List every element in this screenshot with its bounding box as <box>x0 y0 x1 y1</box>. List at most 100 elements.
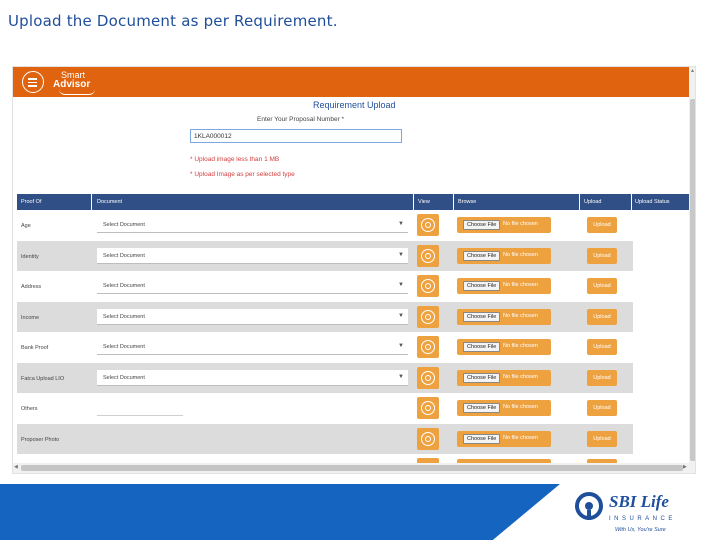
row-label: Proposer Photo <box>21 436 60 443</box>
col-view: View <box>418 199 430 205</box>
upload-button[interactable]: Upload <box>587 369 617 386</box>
file-picker: Choose File No file chosen <box>457 369 551 386</box>
horizontal-scroll-thumb[interactable] <box>21 465 683 471</box>
upload-button[interactable]: Upload <box>587 247 617 264</box>
view-eye-icon[interactable] <box>417 427 439 450</box>
table-row: Address Select Document ▼ Choose File No f… <box>17 271 633 302</box>
hamburger-menu-icon[interactable] <box>22 71 44 93</box>
dropdown-arrow-icon: ▼ <box>398 373 404 380</box>
col-proof-of: Proof Of <box>21 199 42 205</box>
table-header: Proof Of Document View Browse Upload Upl… <box>17 194 689 210</box>
page-title: Requirement Upload <box>313 100 396 110</box>
scroll-up-icon[interactable]: ▲ <box>690 68 695 74</box>
document-select[interactable]: Select Document ▼ <box>97 278 408 294</box>
scroll-right-icon[interactable]: ▶ <box>683 464 687 470</box>
file-picker: Choose File No file chosen <box>457 217 551 233</box>
no-file-text: No file chosen <box>503 343 538 349</box>
document-select[interactable]: Select Document ▼ <box>97 339 408 355</box>
col-upload-status: Upload Status <box>635 199 670 205</box>
upload-button[interactable]: Upload <box>587 217 617 233</box>
scroll-left-icon[interactable]: ◀ <box>14 464 18 470</box>
select-value: Select Document <box>103 283 145 289</box>
upload-button[interactable]: Upload <box>587 430 617 447</box>
choose-file-button[interactable]: Choose File <box>463 281 501 291</box>
app-header: Smart Advisor <box>13 67 695 97</box>
brand-name: SBI Life <box>609 492 669 511</box>
row-label: Income <box>21 314 40 321</box>
no-file-text: No file chosen <box>503 221 538 227</box>
logo-swoosh-icon <box>59 89 95 95</box>
file-picker: Choose File No file chosen <box>457 278 551 294</box>
others-text-input[interactable] <box>97 400 183 416</box>
view-eye-icon[interactable] <box>417 366 439 389</box>
view-eye-icon[interactable] <box>417 336 439 358</box>
choose-file-button[interactable]: Choose File <box>463 372 501 383</box>
table-row: Proposer Photo Choose File No file chosen… <box>17 423 633 454</box>
table-row: Bank Proof Select Document ▼ Choose File N… <box>17 332 633 363</box>
choose-file-button[interactable]: Choose File <box>463 311 501 322</box>
document-select[interactable]: Select Document ▼ <box>97 369 408 386</box>
table-row: Fatca Upload LIO Select Document ▼ Choose… <box>17 362 633 393</box>
upload-button[interactable]: Upload <box>587 339 617 355</box>
vertical-scroll-thumb[interactable] <box>690 99 695 461</box>
no-file-text: No file chosen <box>503 434 538 441</box>
view-eye-icon[interactable] <box>417 214 439 236</box>
table-row: Identity Select Document ▼ Choose File No … <box>17 240 633 271</box>
choose-file-button[interactable]: Choose File <box>463 220 501 230</box>
dropdown-arrow-icon: ▼ <box>398 343 404 349</box>
col-browse: Browse <box>458 199 477 205</box>
document-select[interactable]: Select Document ▼ <box>97 308 408 325</box>
choose-file-button[interactable]: Choose File <box>463 250 501 261</box>
footer-blue-band <box>0 484 560 540</box>
no-file-text: No file chosen <box>503 373 538 380</box>
row-label: Others <box>21 406 38 412</box>
dropdown-arrow-icon: ▼ <box>398 282 404 288</box>
choose-file-button[interactable]: Choose File <box>463 342 501 352</box>
file-picker: Choose File No file chosen <box>457 247 551 264</box>
select-value: Select Document <box>103 222 145 228</box>
dropdown-arrow-icon: ▼ <box>398 312 404 319</box>
size-note: * Upload image less than 1 MB <box>190 156 280 163</box>
view-eye-icon[interactable] <box>417 244 439 267</box>
sbi-life-logo: SBI Life INSURANCE With Us, You're Sure <box>575 490 715 536</box>
view-eye-icon[interactable] <box>417 305 439 328</box>
dropdown-arrow-icon: ▼ <box>398 221 404 227</box>
upload-button[interactable]: Upload <box>587 400 617 416</box>
col-upload: Upload <box>584 199 602 205</box>
select-value: Select Document <box>103 313 145 320</box>
select-value: Select Document <box>103 344 145 350</box>
upload-button[interactable]: Upload <box>587 278 617 294</box>
no-file-text: No file chosen <box>503 404 538 410</box>
proposal-number-input[interactable] <box>190 129 402 143</box>
view-eye-icon[interactable] <box>417 397 439 419</box>
upload-button[interactable]: Upload <box>587 308 617 325</box>
choose-file-button[interactable]: Choose File <box>463 403 501 413</box>
table-row: Income Select Document ▼ Choose File No fi… <box>17 301 633 332</box>
smart-advisor-app: Smart Advisor Requirement Upload Enter Y… <box>12 66 696 474</box>
file-picker: Choose File No file chosen <box>457 430 551 447</box>
choose-file-button[interactable]: Choose File <box>463 433 501 444</box>
slide-footer: SBI Life INSURANCE With Us, You're Sure <box>0 484 720 540</box>
no-file-text: No file chosen <box>503 251 538 258</box>
dropdown-arrow-icon: ▼ <box>398 251 404 258</box>
row-label: Fatca Upload LIO <box>21 375 65 382</box>
document-select[interactable]: Select Document ▼ <box>97 247 408 264</box>
smart-advisor-logo: Smart Advisor <box>53 70 95 95</box>
view-eye-icon[interactable] <box>417 275 439 297</box>
no-file-text: No file chosen <box>503 312 538 319</box>
table-row: Age Select Document ▼ Choose File No file … <box>17 210 633 241</box>
row-label: Age <box>21 223 31 229</box>
sbi-keyhole-icon <box>575 492 603 520</box>
document-select[interactable]: Select Document ▼ <box>97 217 408 233</box>
row-label: Address <box>21 284 42 290</box>
file-picker: Choose File No file chosen <box>457 339 551 355</box>
row-label: Bank Proof <box>21 345 49 351</box>
select-value: Select Document <box>103 374 145 381</box>
brand-sub: INSURANCE <box>609 516 676 522</box>
select-value: Select Document <box>103 252 145 259</box>
file-picker: Choose File No file chosen <box>457 400 551 416</box>
row-label: Identity <box>21 253 39 260</box>
slide-title: Upload the Document as per Requirement. <box>8 12 338 30</box>
file-picker: Choose File No file chosen <box>457 308 551 325</box>
no-file-text: No file chosen <box>503 282 538 288</box>
